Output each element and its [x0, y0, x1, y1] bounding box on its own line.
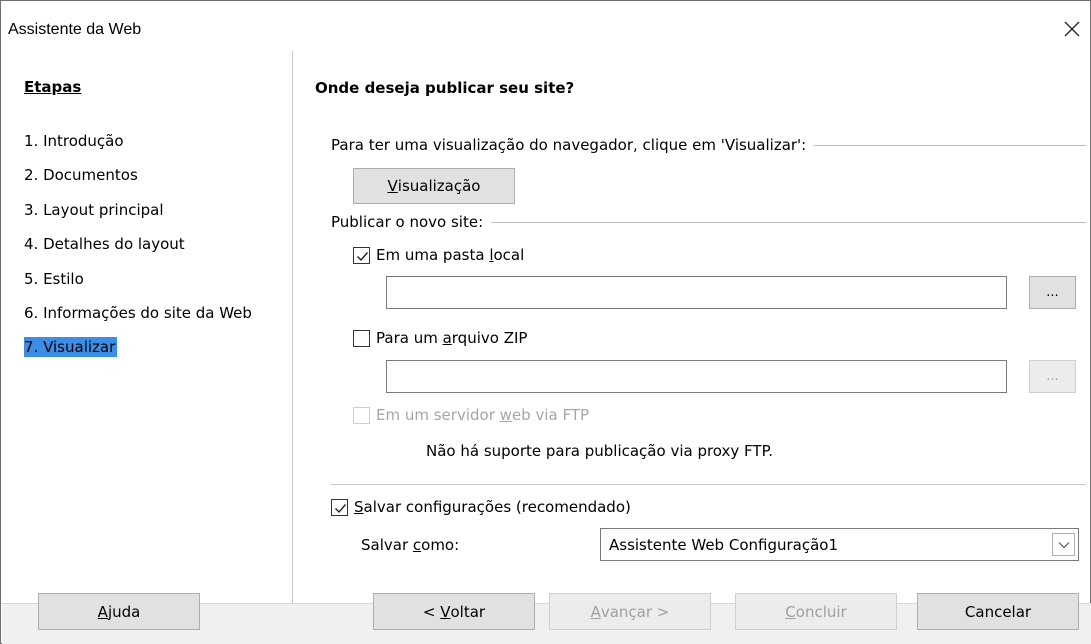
help-button[interactable]: Ajuda — [38, 593, 200, 630]
local-folder-path-input[interactable] — [386, 276, 1007, 309]
mnemonic-char: S — [354, 498, 364, 516]
button-label: oltar — [450, 602, 486, 621]
step-label: 5. Estilo — [24, 269, 84, 288]
step-label: 4. Detalhes do layout — [24, 235, 185, 254]
preview-button[interactable]: Visualização — [353, 168, 515, 204]
cancel-button[interactable]: Cancelar — [917, 593, 1079, 630]
checkbox-label: Em um servidor web via FTP — [376, 406, 589, 424]
ftp-checkbox[interactable]: Em um servidor web via FTP — [353, 406, 589, 424]
zip-file-path-input[interactable] — [386, 360, 1007, 393]
mnemonic-char: w — [499, 406, 512, 424]
mnemonic-char: a — [442, 329, 452, 347]
section-divider — [814, 144, 1086, 146]
checkbox-box[interactable] — [353, 406, 370, 424]
label-text: eb via FTP — [511, 406, 590, 424]
dialog-window: Assistente da Web Etapas 1. Introdução 2… — [0, 0, 1091, 644]
separator — [331, 484, 1086, 485]
window-title: Assistente da Web — [8, 21, 142, 38]
label-text: Para um — [376, 329, 443, 347]
steps-panel: Etapas 1. Introdução 2. Documentos 3. La… — [2, 51, 293, 603]
button-label: < — [422, 602, 441, 621]
steps-heading: Etapas — [24, 78, 82, 96]
button-label: vançar > — [600, 602, 670, 621]
step-documents[interactable]: 2. Documentos — [24, 165, 254, 199]
label-text: alvar configurações (recomendado) — [363, 498, 631, 516]
label-text: rquivo ZIP — [451, 329, 528, 347]
label-text: Em um servidor — [376, 406, 500, 424]
zip-file-browse-button[interactable]: ... — [1029, 360, 1076, 393]
step-style[interactable]: 5. Estilo — [24, 269, 254, 303]
step-label: 6. Informações do site da Web — [24, 303, 252, 322]
browse-label: ... — [1046, 285, 1059, 300]
button-bar: Ajuda < Voltar Avançar > Concluir Cancel… — [2, 593, 1091, 644]
button-label: Cancelar — [964, 602, 1032, 621]
preview-section: Para ter uma visualização do navegador, … — [331, 136, 1086, 154]
label-text: omo: — [421, 536, 460, 554]
local-folder-browse-button[interactable]: ... — [1029, 276, 1076, 309]
step-label: 3. Layout principal — [24, 200, 164, 219]
checkbox-label: Em uma pasta local — [376, 246, 524, 264]
title-bar: Assistente da Web — [1, 1, 1090, 51]
label-text: Salvar — [361, 536, 413, 554]
publish-section-label: Publicar o novo site: — [331, 213, 484, 231]
mnemonic-char: A — [590, 602, 601, 621]
page-title: Onde deseja publicar seu site? — [315, 79, 575, 97]
browse-label: ... — [1046, 369, 1059, 384]
next-button[interactable]: Avançar > — [549, 593, 711, 630]
section-divider — [491, 221, 1086, 223]
label-text: ocal — [493, 246, 525, 264]
step-introduction[interactable]: 1. Introdução — [24, 131, 254, 165]
mnemonic-char: V — [387, 177, 398, 195]
step-label: 1. Introdução — [24, 132, 124, 150]
main-panel: Onde deseja publicar seu site? Para ter … — [293, 51, 1090, 603]
step-site-info[interactable]: 6. Informações do site da Web — [24, 303, 254, 337]
button-label: juda — [107, 602, 141, 621]
step-main-layout[interactable]: 3. Layout principal — [24, 200, 254, 234]
step-layout-details[interactable]: 4. Detalhes do layout — [24, 234, 254, 268]
save-as-label: Salvar como: — [361, 536, 459, 554]
back-button[interactable]: < Voltar — [373, 593, 535, 630]
mnemonic-char: C — [785, 602, 796, 621]
chevron-down-icon[interactable] — [1052, 533, 1075, 556]
checkbox-box[interactable] — [353, 329, 370, 347]
close-icon[interactable] — [1062, 19, 1082, 39]
checkbox-box[interactable] — [353, 246, 370, 264]
preview-section-label: Para ter uma visualização do navegador, … — [331, 136, 807, 154]
label-text: Em uma pasta — [376, 246, 490, 264]
mnemonic-char: c — [412, 536, 422, 554]
publish-section: Publicar o novo site: — [331, 213, 1086, 231]
ftp-note: Não há suporte para publicação via proxy… — [426, 442, 774, 460]
checkbox-box[interactable] — [331, 498, 348, 516]
save-as-select[interactable]: Assistente Web Configuração1 — [600, 528, 1079, 561]
step-label: 7. Visualizar — [24, 337, 118, 358]
step-preview[interactable]: 7. Visualizar — [24, 337, 254, 371]
finish-button[interactable]: Concluir — [735, 593, 897, 630]
button-label: isualização — [397, 177, 481, 195]
zip-file-checkbox[interactable]: Para um arquivo ZIP — [353, 329, 527, 347]
checkbox-label: Salvar configurações (recomendado) — [354, 498, 631, 516]
button-label: oncluir — [795, 602, 847, 621]
checkbox-label: Para um arquivo ZIP — [376, 329, 527, 347]
local-folder-checkbox[interactable]: Em uma pasta local — [353, 246, 524, 264]
mnemonic-char: V — [440, 602, 451, 621]
selected-value: Assistente Web Configuração1 — [609, 535, 838, 554]
save-settings-checkbox[interactable]: Salvar configurações (recomendado) — [331, 498, 631, 516]
steps-list: 1. Introdução 2. Documentos 3. Layout pr… — [24, 131, 254, 372]
step-label: 2. Documentos — [24, 166, 138, 185]
mnemonic-char: A — [97, 602, 108, 621]
